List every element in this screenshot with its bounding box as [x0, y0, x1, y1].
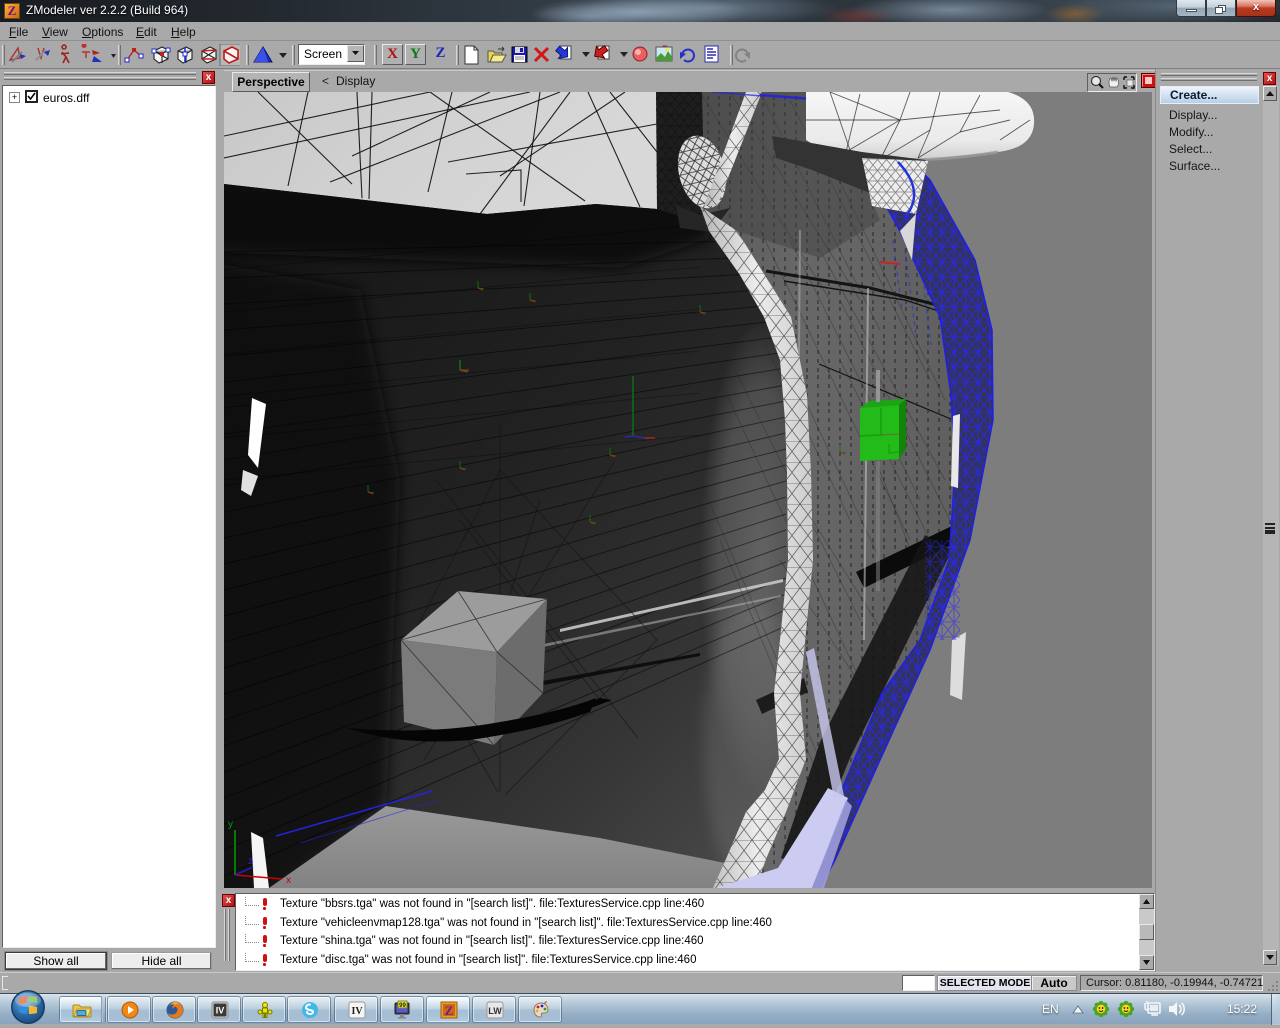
svg-text:IV: IV [216, 1006, 225, 1016]
svg-text:z: z [248, 856, 253, 867]
svg-text:LW: LW [488, 1006, 502, 1016]
svg-text:y: y [228, 819, 233, 830]
svg-text:99: 99 [399, 1003, 406, 1009]
svg-text:Z: Z [445, 1003, 454, 1018]
svg-text:IV: IV [351, 1006, 363, 1017]
svg-text:x: x [286, 875, 291, 886]
